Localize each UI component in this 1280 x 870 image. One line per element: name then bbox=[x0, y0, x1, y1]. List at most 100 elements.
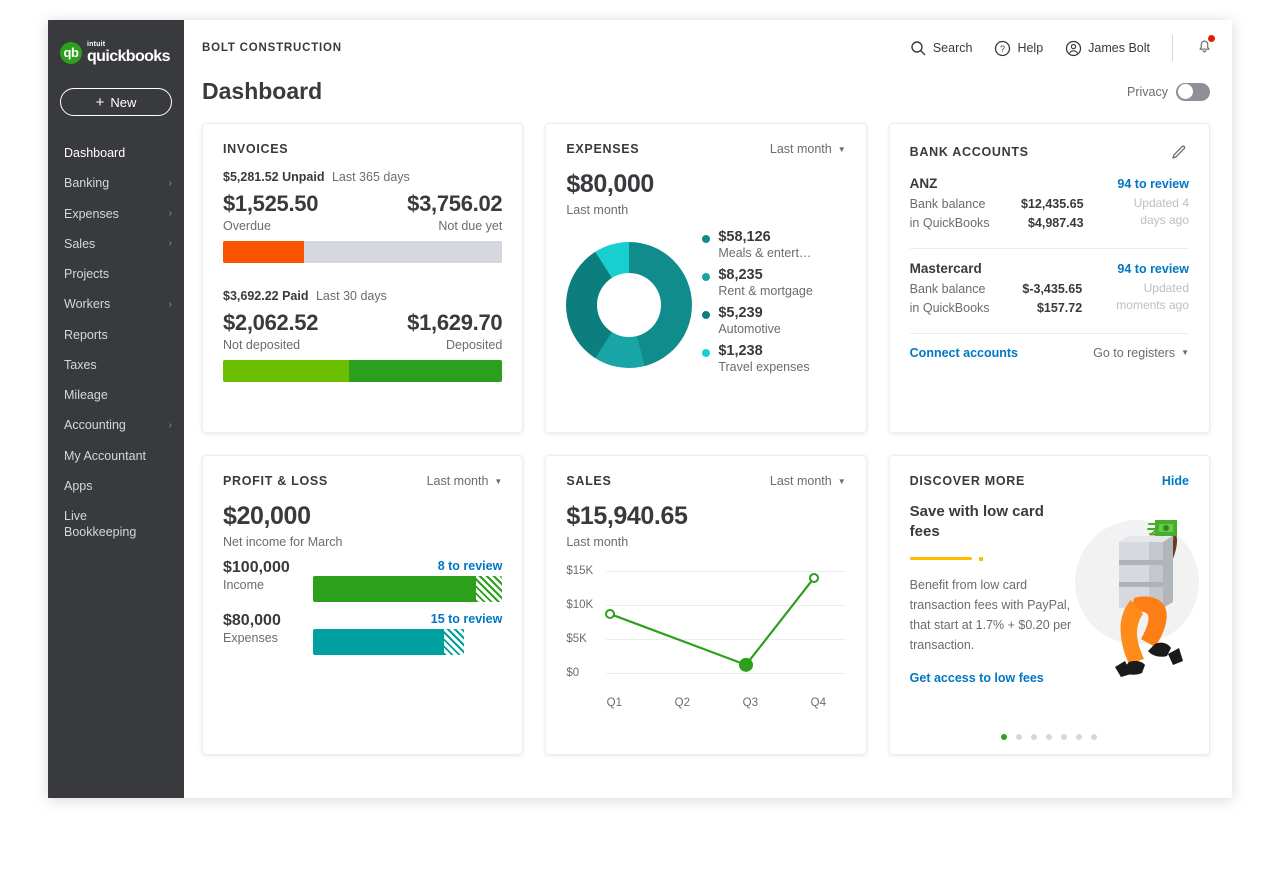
sidebar-item-taxes[interactable]: Taxes bbox=[48, 350, 184, 380]
expenses-donut-chart[interactable] bbox=[566, 242, 692, 368]
notifications-button[interactable] bbox=[1195, 36, 1214, 60]
expenses-amount: $80,000 bbox=[223, 612, 299, 630]
privacy-toggle-group: Privacy bbox=[1127, 83, 1210, 101]
top-bar: BOLT CONSTRUCTION Search ? Help bbox=[184, 20, 1232, 76]
bank-accounts-card: BANK ACCOUNTS ANZ 94 to review Bank bala… bbox=[889, 123, 1210, 433]
sidebar-item-live-bookkeeping[interactable]: Live Bookkeeping bbox=[48, 501, 184, 548]
income-amount: $100,000 bbox=[223, 559, 299, 577]
card-title: PROFIT & LOSS bbox=[223, 474, 328, 488]
overdue-label: Overdue bbox=[223, 219, 271, 233]
unpaid-labels: Overdue Not due yet bbox=[223, 219, 502, 233]
profit-loss-bar-row: $80,000 Expenses 15 to review bbox=[223, 612, 502, 655]
legend-item[interactable]: $5,239Automotive bbox=[702, 305, 845, 336]
expenses-period-selector[interactable]: Last month ▼ bbox=[770, 142, 846, 156]
quickbooks-balance-value: $4,987.43 bbox=[1021, 214, 1084, 233]
discover-cta-link[interactable]: Get access to low fees bbox=[910, 671, 1044, 685]
carousel-dot[interactable] bbox=[1091, 734, 1097, 740]
legend-amount: $1,238 bbox=[718, 343, 809, 359]
sales-line-chart[interactable]: $0$5K$10K$15KQ1Q2Q3Q4 bbox=[566, 561, 845, 691]
paid-word: Paid bbox=[282, 289, 308, 303]
expenses-card: EXPENSES Last month ▼ $80,000 Last month… bbox=[545, 123, 866, 433]
notdeposited-amount: $2,062.52 bbox=[223, 310, 318, 336]
sidebar-item-sales[interactable]: Sales › bbox=[48, 229, 184, 259]
legend-item[interactable]: $1,238Travel expenses bbox=[702, 343, 845, 374]
bank-review-link[interactable]: 94 to review bbox=[1117, 262, 1189, 276]
spacer bbox=[223, 263, 502, 289]
sidebar-item-expenses[interactable]: Expenses › bbox=[48, 199, 184, 229]
sales-data-point[interactable] bbox=[740, 659, 752, 671]
sidebar-item-dashboard[interactable]: Dashboard bbox=[48, 138, 184, 168]
unpaid-amounts: $1,525.50 $3,756.02 bbox=[223, 191, 502, 217]
card-title: EXPENSES bbox=[566, 142, 639, 156]
unpaid-range: Last 365 days bbox=[332, 170, 410, 184]
expenses-total: $80,000 bbox=[566, 170, 845, 199]
carousel-dot[interactable] bbox=[1046, 734, 1052, 740]
toolbar-divider bbox=[1172, 35, 1173, 61]
card-header: BANK ACCOUNTS bbox=[910, 142, 1189, 162]
carousel-dot[interactable] bbox=[1076, 734, 1082, 740]
period-label: Last month bbox=[770, 474, 832, 488]
legend-item[interactable]: $8,235Rent & mortgage bbox=[702, 267, 845, 298]
notdue-amount: $3,756.02 bbox=[407, 191, 502, 217]
bank-review-link[interactable]: 94 to review bbox=[1117, 177, 1189, 191]
qb-logo-icon: qb bbox=[60, 42, 82, 64]
privacy-toggle[interactable] bbox=[1176, 83, 1210, 101]
expenses-bar-hatched bbox=[444, 629, 465, 655]
svg-text:?: ? bbox=[1000, 44, 1005, 54]
carousel-dot[interactable] bbox=[1061, 734, 1067, 740]
paid-amounts: $2,062.52 $1,629.70 bbox=[223, 310, 502, 336]
discover-headline: Save with low card fees bbox=[910, 502, 1060, 543]
sidebar-item-projects[interactable]: Projects bbox=[48, 259, 184, 289]
profit-loss-period-selector[interactable]: Last month ▼ bbox=[427, 474, 503, 488]
legend-color-dot bbox=[702, 273, 710, 281]
sidebar-item-mileage[interactable]: Mileage bbox=[48, 380, 184, 410]
carousel-dots bbox=[890, 734, 1209, 740]
chevron-right-icon: › bbox=[169, 177, 172, 190]
user-menu[interactable]: James Bolt bbox=[1065, 40, 1150, 57]
go-to-registers-selector[interactable]: Go to registers ▼ bbox=[1093, 346, 1189, 360]
bank-balance-label: Bank balance bbox=[910, 195, 990, 214]
pencil-icon[interactable] bbox=[1169, 142, 1189, 162]
sales-card: SALES Last month ▼ $15,940.65 Last month… bbox=[545, 455, 866, 755]
deposited-amount: $1,629.70 bbox=[407, 310, 502, 336]
hide-link[interactable]: Hide bbox=[1162, 474, 1189, 488]
notdeposited-label: Not deposited bbox=[223, 338, 300, 352]
bank-card-footer: Connect accounts Go to registers ▼ bbox=[910, 346, 1189, 360]
help-button[interactable]: ? Help bbox=[994, 40, 1043, 57]
sidebar-item-apps[interactable]: Apps bbox=[48, 471, 184, 501]
card-header: INVOICES bbox=[223, 142, 502, 156]
sales-period-selector[interactable]: Last month ▼ bbox=[770, 474, 846, 488]
expenses-bar[interactable] bbox=[313, 629, 464, 655]
expenses-review-link[interactable]: 15 to review bbox=[313, 612, 502, 626]
expenses-caption: Last month bbox=[566, 203, 845, 217]
carousel-dot[interactable] bbox=[1001, 734, 1007, 740]
sales-caption: Last month bbox=[566, 535, 845, 549]
income-review-link[interactable]: 8 to review bbox=[313, 559, 502, 573]
legend-item[interactable]: $58,126Meals & entert… bbox=[702, 229, 845, 260]
sidebar-item-my-accountant[interactable]: My Accountant bbox=[48, 441, 184, 471]
sidebar-item-label: Accounting bbox=[64, 417, 126, 433]
connect-accounts-link[interactable]: Connect accounts bbox=[910, 346, 1018, 360]
carousel-dot[interactable] bbox=[1016, 734, 1022, 740]
legend-color-dot bbox=[702, 235, 710, 243]
sales-chart-plot bbox=[566, 561, 838, 679]
search-button[interactable]: Search bbox=[910, 40, 973, 57]
sales-data-point[interactable] bbox=[810, 574, 818, 582]
legend-amount: $58,126 bbox=[718, 229, 811, 245]
quickbooks-logo[interactable]: qb intuit quickbooks bbox=[48, 38, 184, 68]
income-bar[interactable] bbox=[313, 576, 502, 602]
unpaid-progress-bar[interactable] bbox=[223, 241, 502, 263]
paid-progress-bar[interactable] bbox=[223, 360, 502, 382]
bank-account-name: ANZ bbox=[910, 176, 938, 191]
sidebar-item-accounting[interactable]: Accounting › bbox=[48, 410, 184, 440]
sidebar-item-workers[interactable]: Workers › bbox=[48, 289, 184, 319]
sidebar-item-banking[interactable]: Banking › bbox=[48, 168, 184, 198]
new-button[interactable]: + New bbox=[60, 88, 172, 116]
legend-category: Rent & mortgage bbox=[718, 284, 813, 298]
sales-data-point[interactable] bbox=[606, 610, 614, 618]
sidebar-item-reports[interactable]: Reports bbox=[48, 320, 184, 350]
bank-balance-values: $12,435.65 $4,987.43 bbox=[1021, 195, 1084, 234]
quickbooks-balance-label: in QuickBooks bbox=[910, 214, 990, 233]
carousel-dot[interactable] bbox=[1031, 734, 1037, 740]
bank-account-name: Mastercard bbox=[910, 261, 982, 276]
